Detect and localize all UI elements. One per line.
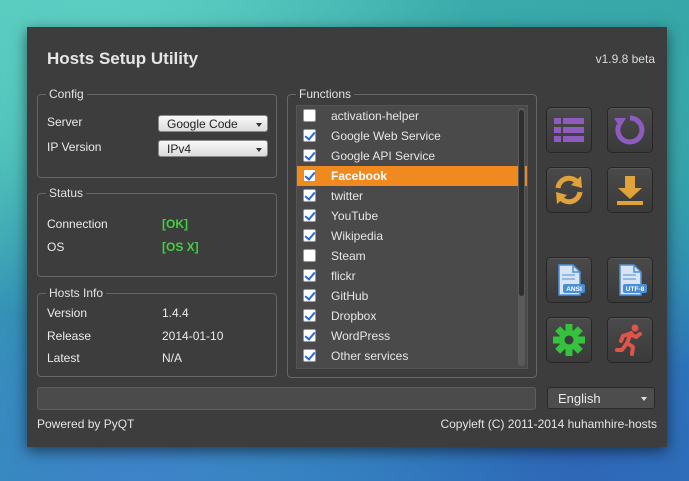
language-combo[interactable]: English: [547, 387, 655, 409]
main-window: Hosts Setup Utility v1.9.8 beta Config S…: [27, 27, 667, 447]
function-label: YouTube: [331, 209, 379, 223]
powered-by-label: Powered by PyQT: [37, 417, 135, 431]
function-label: WordPress: [331, 329, 391, 343]
function-item[interactable]: activation-helper: [297, 106, 527, 126]
hosts-version-label: Version: [47, 306, 88, 320]
message-bar: [37, 387, 536, 410]
copyleft-label: Copyleft (C) 2011-2014 huhamhire-hosts: [440, 417, 657, 431]
ip-version-label: IP Version: [47, 140, 102, 154]
function-checkbox[interactable]: [303, 269, 316, 282]
function-label: activation-helper: [331, 109, 420, 123]
refresh-icon: [555, 175, 583, 205]
function-label: Facebook: [331, 169, 388, 183]
function-item[interactable]: Google API Service: [297, 146, 527, 166]
server-combo-value: Google Code: [167, 117, 238, 131]
function-checkbox[interactable]: [303, 309, 316, 322]
exit-button[interactable]: [607, 317, 653, 363]
download-button[interactable]: [607, 167, 653, 213]
connection-label: Connection: [47, 217, 108, 231]
function-item[interactable]: Other services: [297, 346, 527, 366]
ansi-text: ANSI: [566, 286, 582, 293]
export-utf8-button[interactable]: UTF-8: [607, 257, 653, 303]
function-label: Google API Service: [331, 149, 436, 163]
function-checkbox[interactable]: [303, 149, 316, 162]
os-label: OS: [47, 240, 65, 254]
config-group-title: Config: [46, 87, 87, 101]
function-label: Google Web Service: [331, 129, 441, 143]
hosts-latest-value: N/A: [162, 351, 183, 365]
function-label: twitter: [331, 189, 364, 203]
refresh-button[interactable]: [546, 167, 592, 213]
connection-status: [OK]: [162, 217, 188, 231]
gear-icon: [553, 324, 585, 356]
hosts-release-label: Release: [47, 329, 92, 343]
hosts-version-value: 1.4.4: [162, 306, 189, 320]
function-item[interactable]: WordPress: [297, 326, 527, 346]
chevron-down-icon: [256, 123, 262, 127]
functions-list[interactable]: activation-helper Google Web Service Googl…: [296, 105, 528, 369]
function-label: flickr: [331, 269, 356, 283]
scrollbar-thumb[interactable]: [519, 110, 524, 296]
function-label: Steam: [331, 249, 366, 263]
hosts-info-group-title: Hosts Info: [46, 286, 107, 300]
functions-group-title: Functions: [296, 87, 355, 101]
os-status: [OS X]: [162, 240, 199, 254]
functions-group: Functions activation-helper Google Web Se…: [287, 87, 537, 378]
function-item[interactable]: twitter: [297, 186, 527, 206]
utf8-text: UTF-8: [626, 286, 645, 293]
download-icon: [617, 176, 643, 205]
server-label: Server: [47, 115, 83, 129]
function-label: Dropbox: [331, 309, 377, 323]
settings-button[interactable]: [546, 317, 592, 363]
app-title: Hosts Setup Utility: [47, 49, 199, 68]
restore-icon: [614, 115, 645, 145]
function-checkbox[interactable]: [303, 189, 316, 202]
function-checkbox[interactable]: [303, 229, 316, 242]
hosts-info-group: Hosts Info Version 1.4.4 Release 2014-01…: [37, 286, 277, 377]
function-checkbox[interactable]: [303, 349, 316, 362]
function-item[interactable]: Wikipedia: [297, 226, 527, 246]
status-group-title: Status: [46, 186, 87, 200]
language-value: English: [558, 391, 601, 406]
function-checkbox[interactable]: [303, 129, 316, 142]
status-group: Status Connection [OK] OS [OS X]: [37, 186, 277, 277]
function-item[interactable]: YouTube: [297, 206, 527, 226]
function-item[interactable]: Steam: [297, 246, 527, 266]
functions-scrollbar[interactable]: [518, 108, 525, 366]
function-item[interactable]: Facebook: [297, 166, 527, 186]
function-label: Other services: [331, 349, 409, 363]
hosts-latest-label: Latest: [47, 351, 80, 365]
chevron-down-icon: [256, 148, 262, 152]
function-checkbox[interactable]: [303, 289, 316, 302]
show-hosts-list-button[interactable]: [546, 107, 592, 153]
function-item[interactable]: flickr: [297, 266, 527, 286]
ansi-file-icon: ANSI: [558, 264, 585, 296]
ip-version-combo-value: IPv4: [167, 142, 192, 156]
ip-version-combo[interactable]: IPv4: [158, 140, 268, 157]
function-checkbox[interactable]: [303, 169, 316, 182]
function-label: Wikipedia: [331, 229, 384, 243]
restore-button[interactable]: [607, 107, 653, 153]
config-group: Config Server Google Code IP Version IPv…: [37, 87, 277, 178]
function-item[interactable]: Google Web Service: [297, 126, 527, 146]
export-ansi-button[interactable]: ANSI: [546, 257, 592, 303]
function-item[interactable]: Dropbox: [297, 306, 527, 326]
function-item[interactable]: GitHub: [297, 286, 527, 306]
utf8-file-icon: UTF-8: [619, 264, 647, 296]
server-combo[interactable]: Google Code: [158, 115, 268, 132]
function-checkbox[interactable]: [303, 329, 316, 342]
list-icon: [554, 118, 584, 142]
function-checkbox[interactable]: [303, 249, 316, 262]
chevron-down-icon: [641, 397, 647, 401]
exit-run-icon: [615, 324, 642, 356]
hosts-release-value: 2014-01-10: [162, 329, 224, 343]
function-label: GitHub: [331, 289, 369, 303]
function-checkbox[interactable]: [303, 109, 316, 122]
function-checkbox[interactable]: [303, 209, 316, 222]
version-label: v1.9.8 beta: [595, 52, 655, 66]
